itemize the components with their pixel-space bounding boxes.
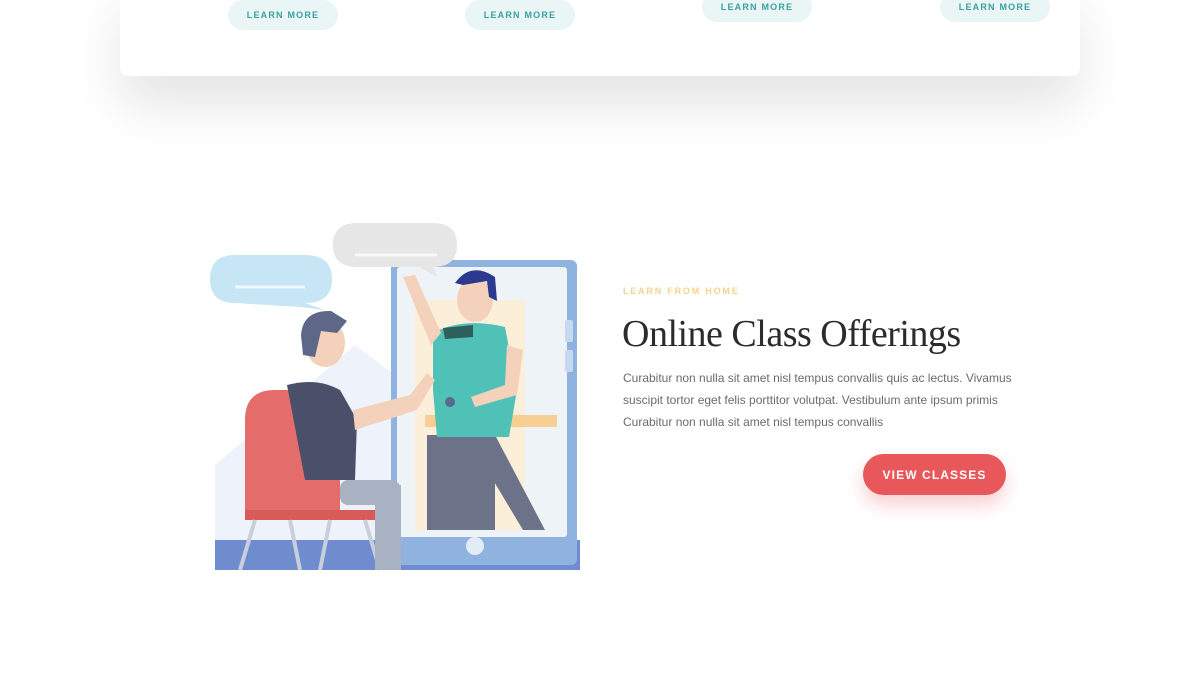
page: LEARN MORE LEARN MORE LEARN MORE LEARN M…	[0, 0, 1200, 675]
section-description: Curabitur non nulla sit amet nisl tempus…	[623, 371, 1012, 429]
section-eyebrow: LEARN FROM HOME	[623, 286, 740, 296]
learn-more-button[interactable]: LEARN MORE	[228, 0, 338, 30]
services-card: LEARN MORE LEARN MORE LEARN MORE LEARN M…	[120, 0, 1080, 76]
view-classes-button[interactable]: VIEW CLASSES	[863, 454, 1006, 495]
speech-bubble-icon	[210, 255, 332, 310]
section-title: Online Class Offerings	[622, 313, 961, 355]
online-class-illustration	[210, 223, 580, 571]
learn-more-button[interactable]: LEARN MORE	[465, 0, 575, 30]
learn-more-button[interactable]: LEARN MORE	[702, 0, 812, 22]
learn-more-button[interactable]: LEARN MORE	[940, 0, 1050, 22]
